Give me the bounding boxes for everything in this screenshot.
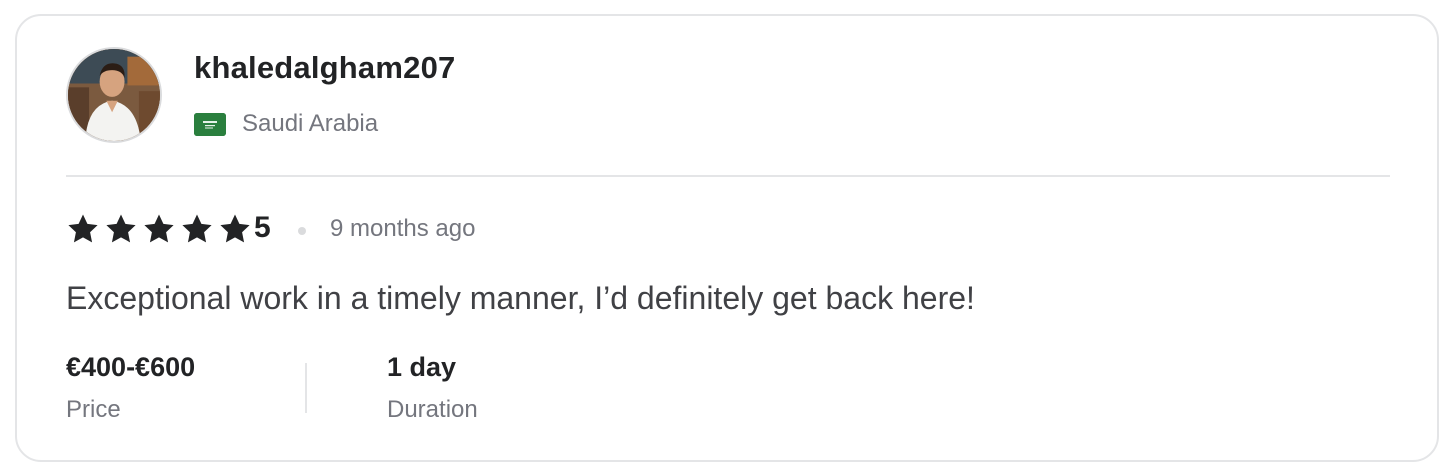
reviewer-username[interactable]: khaledalgham207 — [194, 50, 455, 86]
duration-label: Duration — [387, 396, 478, 423]
reviewer-country: Saudi Arabia — [242, 110, 379, 137]
star-icon — [104, 212, 138, 246]
saudi-arabia-flag-icon — [194, 113, 226, 136]
review-text: Exceptional work in a timely manner, I’d… — [66, 280, 975, 316]
star-icon — [218, 212, 252, 246]
rating-value: 5 — [254, 211, 271, 244]
star-icon — [180, 212, 214, 246]
separator-dot — [298, 227, 306, 235]
price-value: €400-€600 — [66, 352, 196, 382]
price-label: Price — [66, 396, 121, 423]
reviewer-avatar[interactable] — [66, 47, 162, 143]
star-icon — [142, 212, 176, 246]
star-icon — [66, 212, 100, 246]
star-rating — [66, 212, 252, 246]
details-divider — [305, 363, 307, 413]
section-divider — [66, 175, 1390, 177]
avatar-photo-icon — [68, 49, 160, 141]
review-time: 9 months ago — [330, 215, 476, 242]
review-card: khaledalgham207 Saudi Arabia 5 9 months … — [15, 14, 1439, 462]
duration-value: 1 day — [387, 352, 457, 382]
